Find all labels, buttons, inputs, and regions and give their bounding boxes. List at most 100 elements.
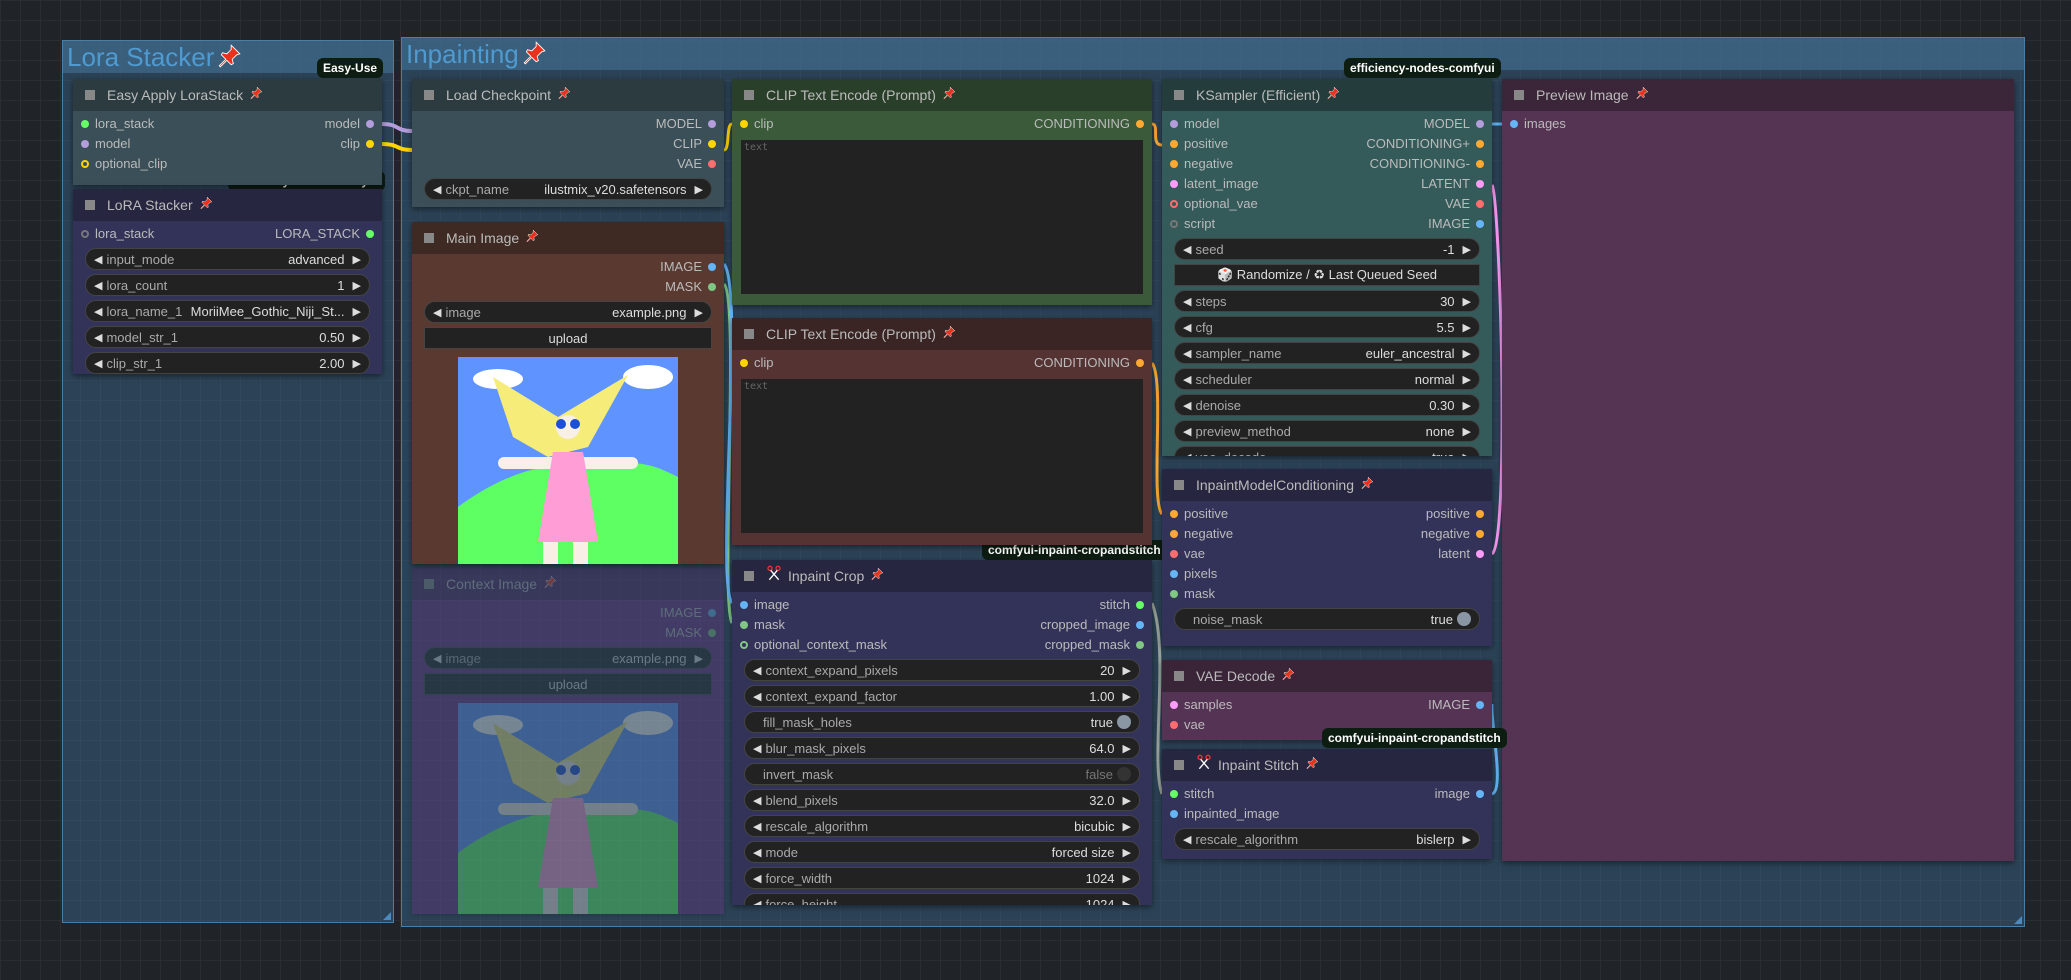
- output-slot[interactable]: clip: [340, 134, 374, 154]
- output-dot-icon[interactable]: [708, 160, 716, 168]
- arrow-right-icon[interactable]: ▶: [1123, 690, 1131, 703]
- lora_count-combo[interactable]: ◀ lora_count 1 ▶: [85, 274, 370, 296]
- sampler_name-combo[interactable]: ◀ sampler_name euler_ancestral ▶: [1174, 342, 1480, 364]
- arrow-left-icon[interactable]: ◀: [1183, 321, 1191, 334]
- collapse-toggle-icon[interactable]: [1174, 760, 1184, 770]
- context-node[interactable]: Context Image IMAGE MASK ◀ image example.png ▶…: [412, 568, 724, 914]
- input-dot-icon[interactable]: [81, 160, 89, 168]
- clip1-node[interactable]: CLIP Text Encode (Prompt) clip CONDITIONIN…: [732, 79, 1152, 305]
- collapse-toggle-icon[interactable]: [1174, 90, 1184, 100]
- input-slot[interactable]: positive: [1170, 504, 1228, 524]
- input-slot[interactable]: negative: [1170, 524, 1233, 544]
- output-slot[interactable]: IMAGE: [1428, 214, 1484, 234]
- arrow-right-icon[interactable]: ▶: [1463, 347, 1471, 360]
- lora_name_1-combo[interactable]: ◀ lora_name_1 MoriiMee_Gothic_Niji_St... ▶: [85, 300, 370, 322]
- node-title-bar[interactable]: LoRA Stacker: [73, 189, 382, 221]
- output-dot-icon[interactable]: [366, 230, 374, 238]
- upload-button[interactable]: upload: [424, 673, 712, 695]
- node-title-bar[interactable]: KSampler (Efficient): [1162, 79, 1492, 111]
- output-slot[interactable]: stitch: [1100, 595, 1144, 615]
- input-slot[interactable]: stitch: [1170, 784, 1214, 804]
- collapse-toggle-icon[interactable]: [424, 90, 434, 100]
- randomize-seed-button[interactable]: 🎲 Randomize / ♻ Last Queued Seed: [1174, 264, 1480, 286]
- arrow-right-icon[interactable]: ▶: [353, 331, 361, 344]
- arrow-left-icon[interactable]: ◀: [1183, 399, 1191, 412]
- input-dot-icon[interactable]: [1170, 120, 1178, 128]
- arrow-left-icon[interactable]: ◀: [1183, 833, 1191, 846]
- output-slot[interactable]: positive: [1426, 504, 1484, 524]
- toggle-knob-icon[interactable]: [1117, 715, 1131, 729]
- input-slot[interactable]: clip: [740, 114, 774, 134]
- output-slot[interactable]: MODEL: [1424, 114, 1484, 134]
- arrow-left-icon[interactable]: ◀: [753, 820, 761, 833]
- output-dot-icon[interactable]: [708, 629, 716, 637]
- denoise-combo[interactable]: ◀ denoise 0.30 ▶: [1174, 394, 1480, 416]
- output-dot-icon[interactable]: [1476, 530, 1484, 538]
- arrow-right-icon[interactable]: ▶: [353, 279, 361, 292]
- node-title-bar[interactable]: Inpaint Stitch: [1162, 749, 1492, 781]
- input-dot-icon[interactable]: [1170, 590, 1178, 598]
- input-dot-icon[interactable]: [740, 641, 748, 649]
- toggle-knob-icon[interactable]: [1457, 612, 1471, 626]
- arrow-right-icon[interactable]: ▶: [1123, 820, 1131, 833]
- input-slot[interactable]: vae: [1170, 715, 1205, 735]
- node-title-bar[interactable]: CLIP Text Encode (Prompt): [732, 79, 1152, 111]
- output-slot[interactable]: MASK: [665, 623, 716, 643]
- input-dot-icon[interactable]: [1170, 200, 1178, 208]
- model_str_1-combo[interactable]: ◀ model_str_1 0.50 ▶: [85, 326, 370, 348]
- output-slot[interactable]: CONDITIONING+: [1366, 134, 1484, 154]
- input-slot[interactable]: images: [1510, 114, 1566, 134]
- group-title[interactable]: Inpainting: [402, 38, 2024, 70]
- arrow-left-icon[interactable]: ◀: [753, 794, 761, 807]
- output-dot-icon[interactable]: [1476, 120, 1484, 128]
- upload-button[interactable]: upload: [424, 327, 712, 349]
- arrow-left-icon[interactable]: ◀: [94, 331, 102, 344]
- collapse-toggle-icon[interactable]: [85, 90, 95, 100]
- preview-node[interactable]: Preview Image images: [1502, 79, 2014, 861]
- steps-combo[interactable]: ◀ steps 30 ▶: [1174, 290, 1480, 312]
- arrow-left-icon[interactable]: ◀: [1183, 425, 1191, 438]
- input-slot[interactable]: inpainted_image: [1170, 804, 1279, 824]
- node-title-bar[interactable]: Inpaint Crop: [732, 560, 1152, 592]
- arrow-right-icon[interactable]: ▶: [1463, 451, 1471, 457]
- node-title-bar[interactable]: VAE Decode: [1162, 660, 1492, 692]
- arrow-right-icon[interactable]: ▶: [1123, 742, 1131, 755]
- arrow-left-icon[interactable]: ◀: [1183, 295, 1191, 308]
- input-slot[interactable]: clip: [740, 353, 774, 373]
- output-dot-icon[interactable]: [1136, 601, 1144, 609]
- output-dot-icon[interactable]: [1476, 550, 1484, 558]
- node-title-bar[interactable]: Context Image: [412, 568, 724, 600]
- input-dot-icon[interactable]: [1170, 180, 1178, 188]
- arrow-right-icon[interactable]: ▶: [353, 357, 361, 370]
- output-dot-icon[interactable]: [1136, 641, 1144, 649]
- input-dot-icon[interactable]: [81, 140, 89, 148]
- output-dot-icon[interactable]: [1476, 701, 1484, 709]
- stitch-node[interactable]: Inpaint Stitch stitch image inpainted_image…: [1162, 749, 1492, 859]
- fill_mask_holes-toggle[interactable]: fill_mask_holes true: [744, 711, 1140, 733]
- input-slot[interactable]: model: [81, 134, 130, 154]
- cfg-combo[interactable]: ◀ cfg 5.5 ▶: [1174, 316, 1480, 338]
- output-slot[interactable]: MODEL: [656, 114, 716, 134]
- crop-node[interactable]: Inpaint Crop image stitch mask cropped_image…: [732, 560, 1152, 905]
- output-dot-icon[interactable]: [366, 120, 374, 128]
- collapse-toggle-icon[interactable]: [424, 233, 434, 243]
- output-slot[interactable]: model: [325, 114, 374, 134]
- arrow-right-icon[interactable]: ▶: [1123, 794, 1131, 807]
- arrow-right-icon[interactable]: ▶: [695, 652, 703, 665]
- collapse-toggle-icon[interactable]: [744, 329, 754, 339]
- seed-combo[interactable]: ◀ seed -1 ▶: [1174, 238, 1480, 260]
- invert_mask-toggle[interactable]: invert_mask false: [744, 763, 1140, 785]
- input-dot-icon[interactable]: [1170, 160, 1178, 168]
- output-slot[interactable]: latent: [1438, 544, 1484, 564]
- input-slot[interactable]: optional_context_mask: [740, 635, 887, 655]
- arrow-right-icon[interactable]: ▶: [1463, 425, 1471, 438]
- input-slot[interactable]: image: [740, 595, 789, 615]
- arrow-right-icon[interactable]: ▶: [353, 253, 361, 266]
- collapse-toggle-icon[interactable]: [1174, 671, 1184, 681]
- output-dot-icon[interactable]: [1476, 140, 1484, 148]
- collapse-toggle-icon[interactable]: [1514, 90, 1524, 100]
- input-slot[interactable]: optional_clip: [81, 154, 167, 174]
- input-slot[interactable]: positive: [1170, 134, 1228, 154]
- toggle-knob-icon[interactable]: [1117, 767, 1131, 781]
- output-dot-icon[interactable]: [708, 140, 716, 148]
